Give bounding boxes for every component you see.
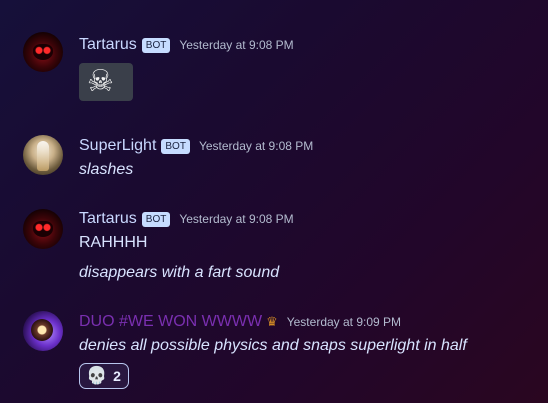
- avatar[interactable]: [23, 209, 63, 249]
- author-name[interactable]: Tartarus: [79, 36, 137, 54]
- author-name[interactable]: SuperLight: [79, 137, 156, 155]
- emoji-message[interactable]: ☠: [79, 63, 133, 101]
- timestamp[interactable]: Yesterday at 9:08 PM: [179, 212, 293, 226]
- skull-and-crossbones-icon: ☠: [87, 65, 114, 98]
- timestamp[interactable]: Yesterday at 9:08 PM: [179, 38, 293, 52]
- message-text: denies all possible physics and snaps su…: [79, 337, 467, 354]
- message-header: Tartarus BOT Yesterday at 9:08 PM: [79, 36, 294, 54]
- avatar[interactable]: [23, 32, 63, 72]
- message-text: disappears with a fart sound: [79, 264, 280, 281]
- message-header: SuperLight BOT Yesterday at 9:08 PM: [79, 137, 313, 155]
- crown-icon[interactable]: ♛: [266, 314, 278, 330]
- message-text: RAHHHH: [79, 234, 148, 251]
- author-name[interactable]: DUO #WE WON WWWW: [79, 313, 262, 331]
- timestamp[interactable]: Yesterday at 9:08 PM: [199, 139, 313, 153]
- message-header: Tartarus BOT Yesterday at 9:08 PM: [79, 210, 294, 228]
- bot-badge: BOT: [141, 211, 171, 227]
- reaction-count: 2: [113, 368, 121, 384]
- reaction-skull[interactable]: 💀 2: [79, 363, 129, 389]
- message-text: slashes: [79, 161, 134, 178]
- message-header: DUO #WE WON WWWW ♛ Yesterday at 9:09 PM: [79, 313, 401, 331]
- timestamp[interactable]: Yesterday at 9:09 PM: [287, 315, 401, 329]
- author-name[interactable]: Tartarus: [79, 210, 137, 228]
- bot-badge: BOT: [141, 37, 171, 53]
- avatar[interactable]: [23, 311, 63, 351]
- skull-icon: 💀: [86, 366, 108, 385]
- avatar[interactable]: [23, 135, 63, 175]
- bot-badge: BOT: [161, 138, 190, 154]
